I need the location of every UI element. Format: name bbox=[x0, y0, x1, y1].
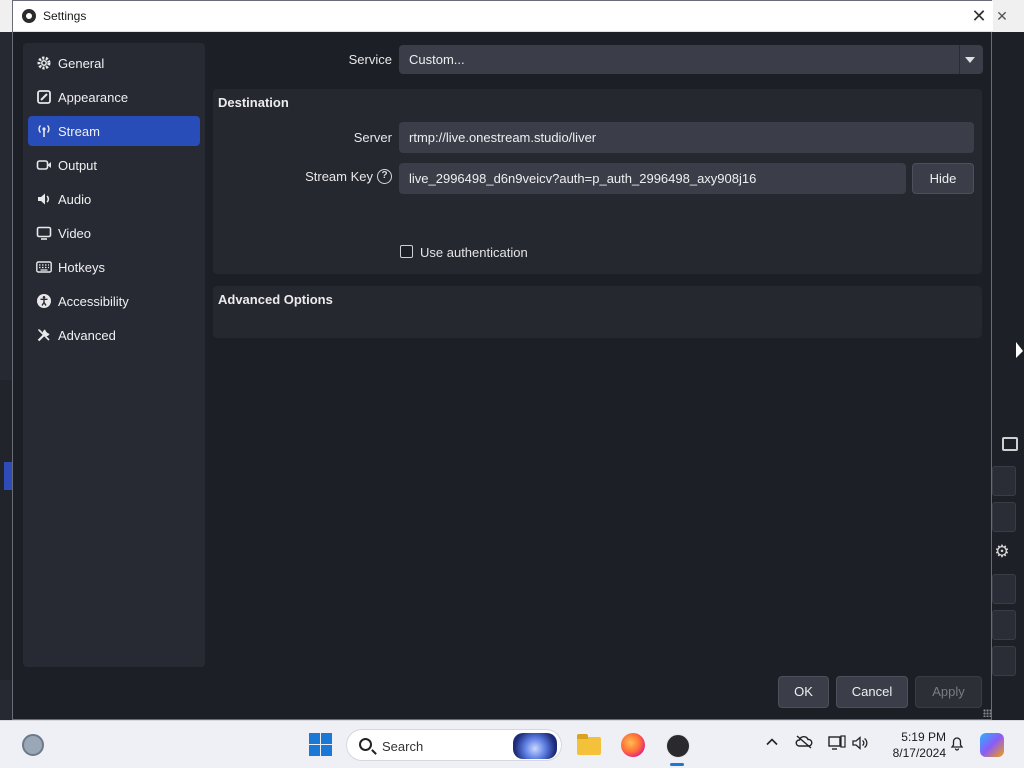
firefox-icon[interactable] bbox=[619, 731, 647, 759]
close-icon[interactable]: ✕ bbox=[969, 5, 989, 27]
sidebar-item-label: Video bbox=[58, 226, 92, 241]
cloud-offline-icon[interactable] bbox=[795, 735, 813, 753]
help-icon[interactable]: ? bbox=[377, 169, 392, 184]
stream-key-value: live_2996498_d6n9veicv?auth=p_auth_29964… bbox=[409, 171, 757, 186]
apply-button[interactable]: Apply bbox=[915, 676, 982, 708]
sidebar-item-accessibility[interactable]: Accessibility bbox=[28, 286, 200, 316]
windows-start-icon[interactable] bbox=[309, 733, 332, 756]
sidebar-item-general[interactable]: General bbox=[28, 48, 200, 78]
service-dropdown[interactable]: Custom... bbox=[399, 45, 983, 74]
cancel-button[interactable]: Cancel bbox=[836, 676, 908, 708]
sidebar-item-audio[interactable]: Audio bbox=[28, 184, 200, 214]
stream-key-label: Stream Key bbox=[305, 169, 373, 184]
dock-panel bbox=[992, 466, 1016, 496]
sidebar-item-hotkeys[interactable]: Hotkeys bbox=[28, 252, 200, 282]
use-authentication-label: Use authentication bbox=[420, 245, 528, 260]
file-explorer-icon[interactable] bbox=[575, 731, 603, 759]
clock-date: 8/17/2024 bbox=[892, 746, 946, 760]
stream-key-input[interactable]: live_2996498_d6n9veicv?auth=p_auth_29964… bbox=[399, 163, 906, 194]
use-authentication-checkbox[interactable] bbox=[400, 245, 413, 258]
dock-panel bbox=[992, 502, 1016, 532]
appearance-icon bbox=[36, 89, 52, 105]
obs-taskbar-icon[interactable] bbox=[663, 731, 691, 759]
sidebar-item-label: Hotkeys bbox=[58, 260, 105, 275]
copilot-icon[interactable] bbox=[980, 733, 1004, 757]
sidebar-item-label: General bbox=[58, 56, 105, 71]
chevron-up-icon[interactable] bbox=[765, 735, 779, 753]
dock-popout-icon[interactable] bbox=[1002, 437, 1018, 451]
settings-dialog: Settings ✕ General Appearance Stream Out… bbox=[12, 0, 993, 720]
service-label: Service bbox=[348, 52, 392, 67]
sidebar-item-advanced[interactable]: Advanced bbox=[28, 320, 200, 350]
advanced-options-heading: Advanced Options bbox=[218, 292, 333, 307]
settings-sidebar: General Appearance Stream Output Audio V… bbox=[23, 43, 205, 667]
search-icon bbox=[359, 738, 372, 751]
clock-time: 5:19 PM bbox=[901, 730, 946, 744]
sidebar-item-label: Stream bbox=[58, 124, 100, 139]
active-app-indicator bbox=[670, 763, 684, 766]
ok-button[interactable]: OK bbox=[778, 676, 829, 708]
sidebar-item-appearance[interactable]: Appearance bbox=[28, 82, 200, 112]
accessibility-icon bbox=[36, 293, 52, 309]
network-icon[interactable] bbox=[828, 735, 846, 755]
volume-icon[interactable] bbox=[852, 735, 870, 755]
sidebar-item-stream[interactable]: Stream bbox=[28, 116, 200, 146]
system-clock[interactable]: 5:19 PM 8/17/2024 bbox=[880, 729, 946, 761]
main-window-left-edge bbox=[0, 380, 12, 680]
sidebar-item-label: Audio bbox=[58, 192, 92, 207]
dock-panel bbox=[992, 646, 1016, 676]
dialog-title: Settings bbox=[43, 9, 87, 23]
server-value: rtmp://live.onestream.studio/liver bbox=[409, 130, 597, 145]
dock-panel bbox=[992, 574, 1016, 604]
main-window-close-icon[interactable]: ✕ bbox=[992, 6, 1012, 26]
mouse-cursor bbox=[1016, 342, 1023, 358]
server-input[interactable]: rtmp://live.onestream.studio/liver bbox=[399, 122, 974, 153]
search-highlight-image bbox=[513, 733, 557, 759]
sidebar-item-label: Appearance bbox=[58, 90, 129, 105]
main-window-selection bbox=[4, 462, 12, 490]
dialog-titlebar: Settings ✕ bbox=[13, 1, 993, 32]
taskbar-search[interactable]: Search bbox=[346, 729, 562, 761]
destination-heading: Destination bbox=[218, 95, 289, 110]
monitor-icon bbox=[36, 225, 52, 241]
dock-panel bbox=[992, 610, 1016, 640]
gear-icon bbox=[36, 55, 52, 71]
widgets-icon[interactable] bbox=[22, 734, 44, 756]
hide-button[interactable]: Hide bbox=[912, 163, 974, 194]
broadcast-icon bbox=[36, 123, 52, 139]
dropdown-divider bbox=[959, 45, 960, 74]
sidebar-item-label: Output bbox=[58, 158, 98, 173]
speaker-icon bbox=[36, 191, 52, 207]
sidebar-item-label: Advanced bbox=[58, 328, 116, 343]
output-icon bbox=[36, 157, 52, 173]
server-label: Server bbox=[353, 130, 392, 145]
resize-grip[interactable] bbox=[983, 709, 991, 717]
sidebar-item-output[interactable]: Output bbox=[28, 150, 200, 180]
chevron-down-icon[interactable] bbox=[965, 57, 975, 63]
sidebar-item-label: Accessibility bbox=[58, 294, 129, 309]
sidebar-item-video[interactable]: Video bbox=[28, 218, 200, 248]
keyboard-icon bbox=[36, 259, 52, 275]
tools-icon bbox=[36, 327, 52, 343]
search-placeholder: Search bbox=[382, 739, 424, 754]
notification-bell-icon[interactable] bbox=[949, 735, 965, 755]
obs-logo-icon bbox=[22, 9, 36, 23]
windows-taskbar: Search 5:19 PM 8/17/2024 bbox=[0, 720, 1024, 768]
service-value: Custom... bbox=[409, 52, 465, 67]
gear-icon[interactable]: ⚙ bbox=[992, 542, 1012, 562]
